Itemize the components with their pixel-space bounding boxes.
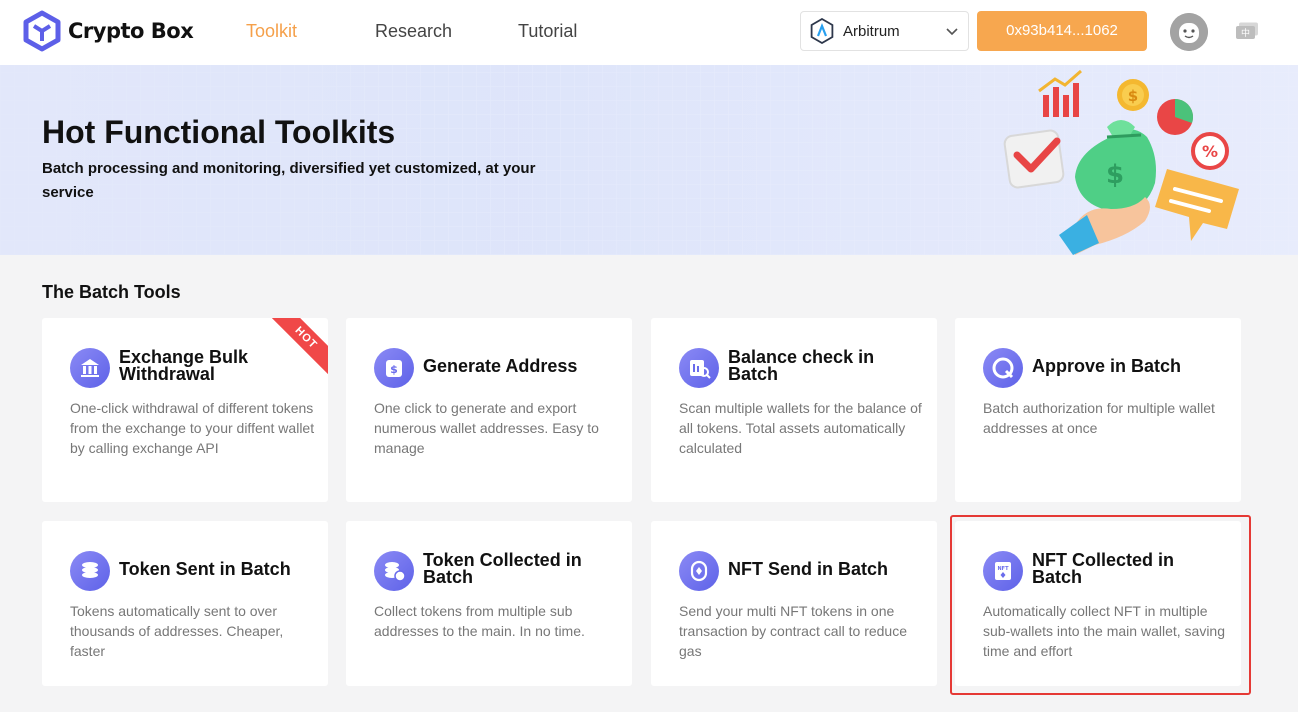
tool-card-approve-in-batch[interactable]: Approve in Batch Batch authorization for… [955, 318, 1241, 502]
page-subtitle: Batch processing and monitoring, diversi… [42, 160, 536, 201]
nav-research[interactable]: Research [375, 21, 452, 42]
language-switch-icon[interactable]: 中 [1235, 22, 1259, 40]
svg-text:中: 中 [1241, 27, 1250, 39]
svg-text:$: $ [390, 363, 398, 376]
card-title: Generate Address [423, 356, 578, 376]
top-header: Crypto Box Toolkit Research Tutorial Arb… [0, 0, 1298, 65]
svg-text:$: $ [1128, 87, 1138, 105]
coins-collect-icon [374, 551, 414, 591]
card-title: Token Collected in Batch [423, 550, 582, 587]
tool-card-generate-address[interactable]: $ Generate Address One click to generate… [346, 318, 632, 502]
svg-text:$: $ [1106, 160, 1124, 190]
card-title: Token Sent in Batch [119, 559, 291, 579]
cube-logo-icon [23, 10, 61, 52]
card-description: One click to generate and export numerou… [374, 400, 599, 456]
bar-chart-illustration [1038, 69, 1082, 117]
tool-card-nft-collected[interactable]: NFT NFT Collected in Batch Automatically… [955, 521, 1241, 686]
card-title: Balance check in Batch [728, 347, 875, 384]
card-description: One-click withdrawal of different tokens… [70, 400, 315, 456]
balance-scan-icon [679, 348, 719, 388]
toolkit-illustration: $ % $ [1003, 69, 1239, 255]
page-title: Hot Functional Toolkits [42, 114, 396, 150]
wallet-generate-icon: $ [374, 348, 414, 388]
nft-collect-icon: NFT [983, 551, 1023, 591]
card-description: Automatically collect NFT in multiple su… [983, 603, 1226, 659]
card-description: Batch authorization for multiple wallet … [983, 400, 1215, 436]
tool-card-token-collected[interactable]: Token Collected in Batch Collect tokens … [346, 521, 632, 686]
bank-withdraw-icon [70, 348, 110, 388]
chevron-down-icon [946, 28, 958, 36]
brand-logo[interactable]: Crypto Box [22, 10, 194, 52]
nav-tutorial[interactable]: Tutorial [518, 21, 577, 42]
hero-banner: Hot Functional Toolkits Batch processing… [0, 65, 1298, 255]
tool-card-exchange-bulk-withdrawal[interactable]: Exchange Bulk Withdrawal One-click withd… [42, 318, 328, 502]
network-select[interactable]: Arbitrum [800, 11, 969, 51]
card-description: Tokens automatically sent to over thousa… [70, 603, 284, 659]
card-description: Collect tokens from multiple sub address… [374, 603, 585, 639]
network-label: Arbitrum [843, 22, 900, 40]
brand-name: Crypto Box [68, 19, 194, 43]
approve-icon [983, 348, 1023, 388]
arbitrum-icon [810, 18, 834, 44]
card-description: Scan multiple wallets for the balance of… [679, 400, 922, 456]
nav-toolkit[interactable]: Toolkit [246, 21, 297, 42]
card-title: NFT Collected in Batch [1032, 550, 1175, 587]
card-description: Send your multi NFT tokens in one transa… [679, 603, 908, 659]
card-title: Exchange Bulk Withdrawal [119, 347, 249, 384]
tool-card-nft-send[interactable]: NFT Send in Batch Send your multi NFT to… [651, 521, 937, 686]
svg-text:%: % [1202, 142, 1218, 161]
coins-send-icon [70, 551, 110, 591]
avatar[interactable] [1170, 13, 1208, 51]
tool-card-balance-check[interactable]: Balance check in Batch Scan multiple wal… [651, 318, 937, 502]
card-title: NFT Send in Batch [728, 559, 889, 579]
card-title: Approve in Batch [1032, 356, 1182, 376]
user-avatar-icon [1170, 13, 1208, 51]
section-title: The Batch Tools [42, 282, 181, 302]
tool-card-token-sent[interactable]: Token Sent in Batch Tokens automatically… [42, 521, 328, 686]
nft-send-icon [679, 551, 719, 591]
svg-text:NFT: NFT [997, 566, 1009, 572]
wallet-address-button[interactable]: 0x93b414...1062 [977, 11, 1147, 51]
